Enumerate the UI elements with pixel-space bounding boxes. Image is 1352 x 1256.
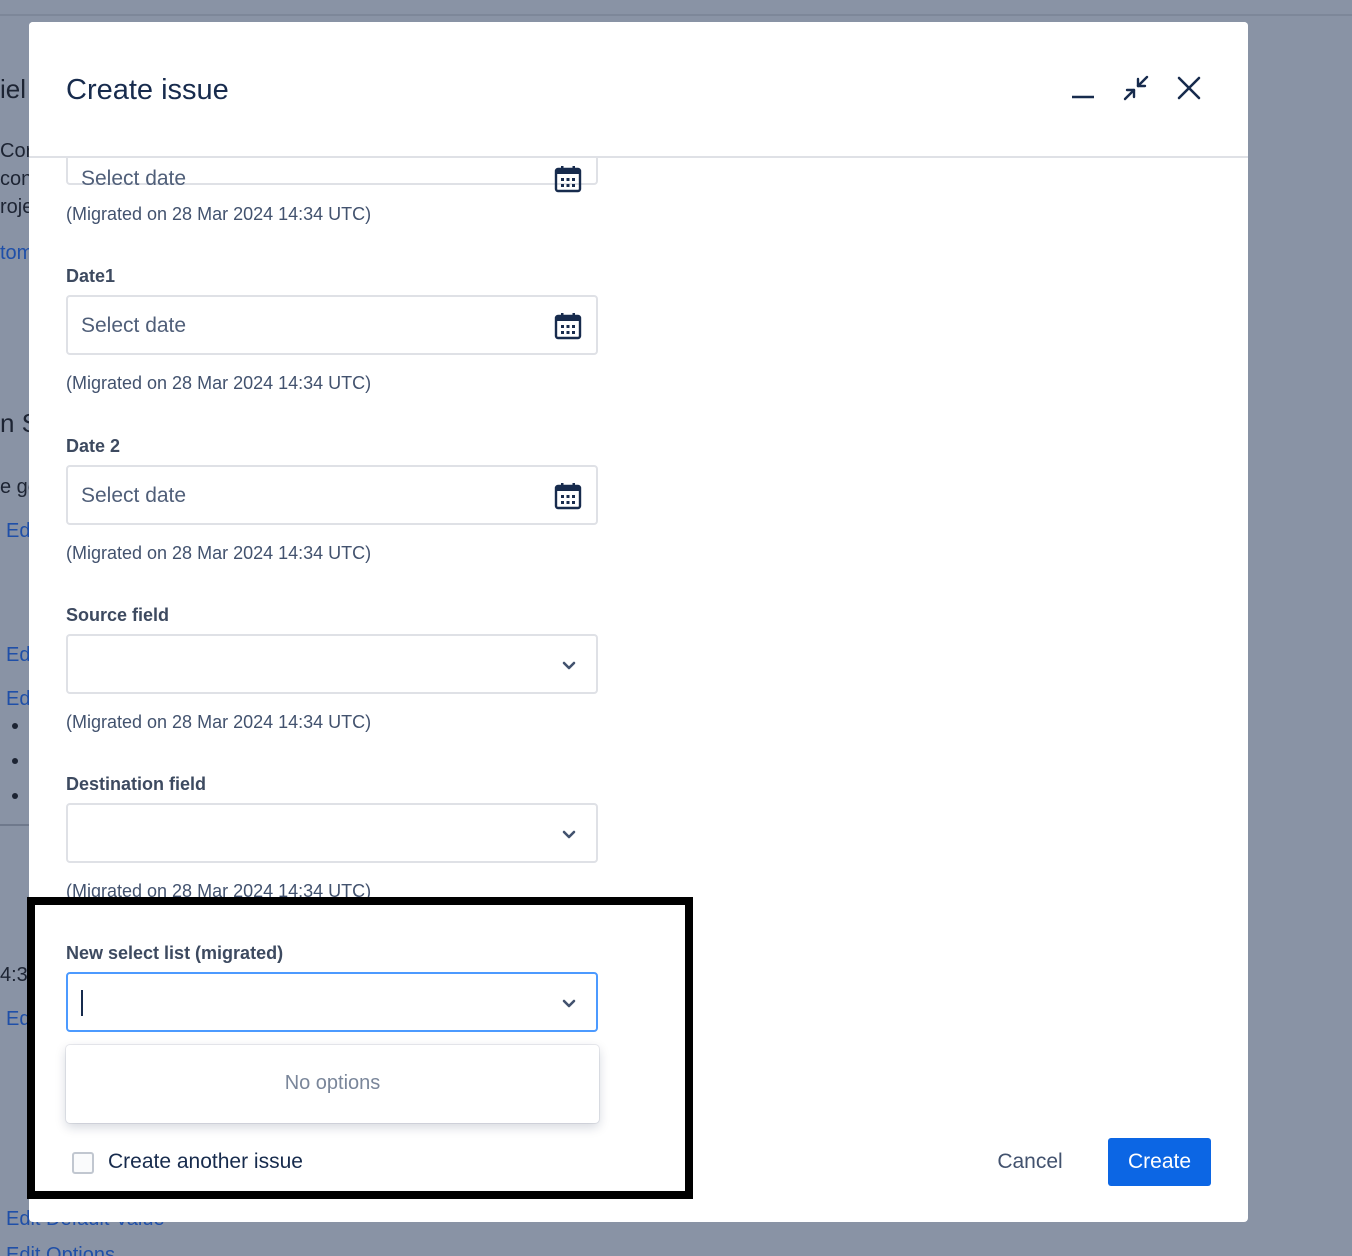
- background-link-fragment: Ed: [6, 1008, 31, 1030]
- no-options-message: No options: [284, 1072, 381, 1094]
- create-button[interactable]: Create: [1108, 1138, 1211, 1186]
- calendar-icon[interactable]: [554, 312, 582, 345]
- modal-title: Create issue: [66, 74, 229, 106]
- minimize-button[interactable]: [1065, 70, 1101, 106]
- background-heading-fragment: iel: [0, 74, 27, 104]
- collapse-icon: [1121, 73, 1151, 103]
- create-issue-form: Select date (Migrated on 28 Mar 2024 14:…: [29, 22, 1248, 1123]
- chevron-down-icon[interactable]: [562, 658, 576, 676]
- destination-field-select[interactable]: [66, 803, 598, 863]
- top-date-placeholder: Select date: [81, 167, 187, 190]
- calendar-icon[interactable]: [554, 482, 582, 515]
- source-field-label: Source field: [66, 605, 170, 625]
- new-select-list-dropdown: No options: [66, 1045, 599, 1123]
- source-field-help-text: (Migrated on 28 Mar 2024 14:34 UTC): [66, 712, 372, 732]
- close-icon: [1176, 75, 1202, 101]
- source-field-select[interactable]: [66, 634, 598, 694]
- calendar-icon[interactable]: [554, 165, 582, 198]
- chevron-down-icon[interactable]: [562, 996, 576, 1014]
- background-bullet: [12, 793, 18, 799]
- date2-placeholder: Select date: [81, 484, 187, 507]
- date2-input[interactable]: Select date: [66, 465, 598, 525]
- create-issue-modal: Select date (Migrated on 28 Mar 2024 14:…: [29, 22, 1248, 1222]
- background-text-fragment: con: [0, 168, 33, 190]
- background-link-fragment: Ed: [6, 644, 31, 666]
- top-date-help-text: (Migrated on 28 Mar 2024 14:34 UTC): [66, 204, 372, 224]
- date2-help-text: (Migrated on 28 Mar 2024 14:34 UTC): [66, 543, 372, 563]
- date2-label: Date 2: [66, 436, 121, 456]
- date1-input[interactable]: Select date: [66, 295, 598, 355]
- destination-field-label: Destination field: [66, 774, 207, 794]
- destination-field-help-text: (Migrated on 28 Mar 2024 14:34 UTC): [66, 881, 372, 901]
- background-text-fragment: Cor: [0, 140, 33, 162]
- cancel-button[interactable]: Cancel: [982, 1138, 1078, 1186]
- background-link-fragment: Edit Options: [6, 1244, 115, 1256]
- date1-label: Date1: [66, 266, 116, 286]
- background-bullet: [12, 723, 18, 729]
- collapse-button[interactable]: [1118, 70, 1154, 106]
- date1-placeholder: Select date: [81, 314, 187, 337]
- background-divider: [0, 824, 30, 826]
- background-link-fragment: Ed: [6, 520, 31, 542]
- background-bullet: [12, 758, 18, 764]
- date1-help-text: (Migrated on 28 Mar 2024 14:34 UTC): [66, 373, 372, 393]
- modal-header: Create issue: [29, 22, 1248, 158]
- create-another-checkbox[interactable]: [72, 1152, 94, 1174]
- background-top-border: [0, 14, 1352, 16]
- minimize-icon: [1070, 75, 1096, 101]
- chevron-down-icon[interactable]: [562, 827, 576, 845]
- new-select-list-input[interactable]: [66, 972, 598, 1032]
- text-caret: [81, 990, 83, 1016]
- create-another-label[interactable]: Create another issue: [108, 1150, 303, 1174]
- new-select-list-label: New select list (migrated): [66, 943, 284, 963]
- close-button[interactable]: [1171, 70, 1207, 106]
- background-text-fragment: 4:3: [0, 964, 28, 986]
- background-link-fragment: Ed: [6, 688, 31, 710]
